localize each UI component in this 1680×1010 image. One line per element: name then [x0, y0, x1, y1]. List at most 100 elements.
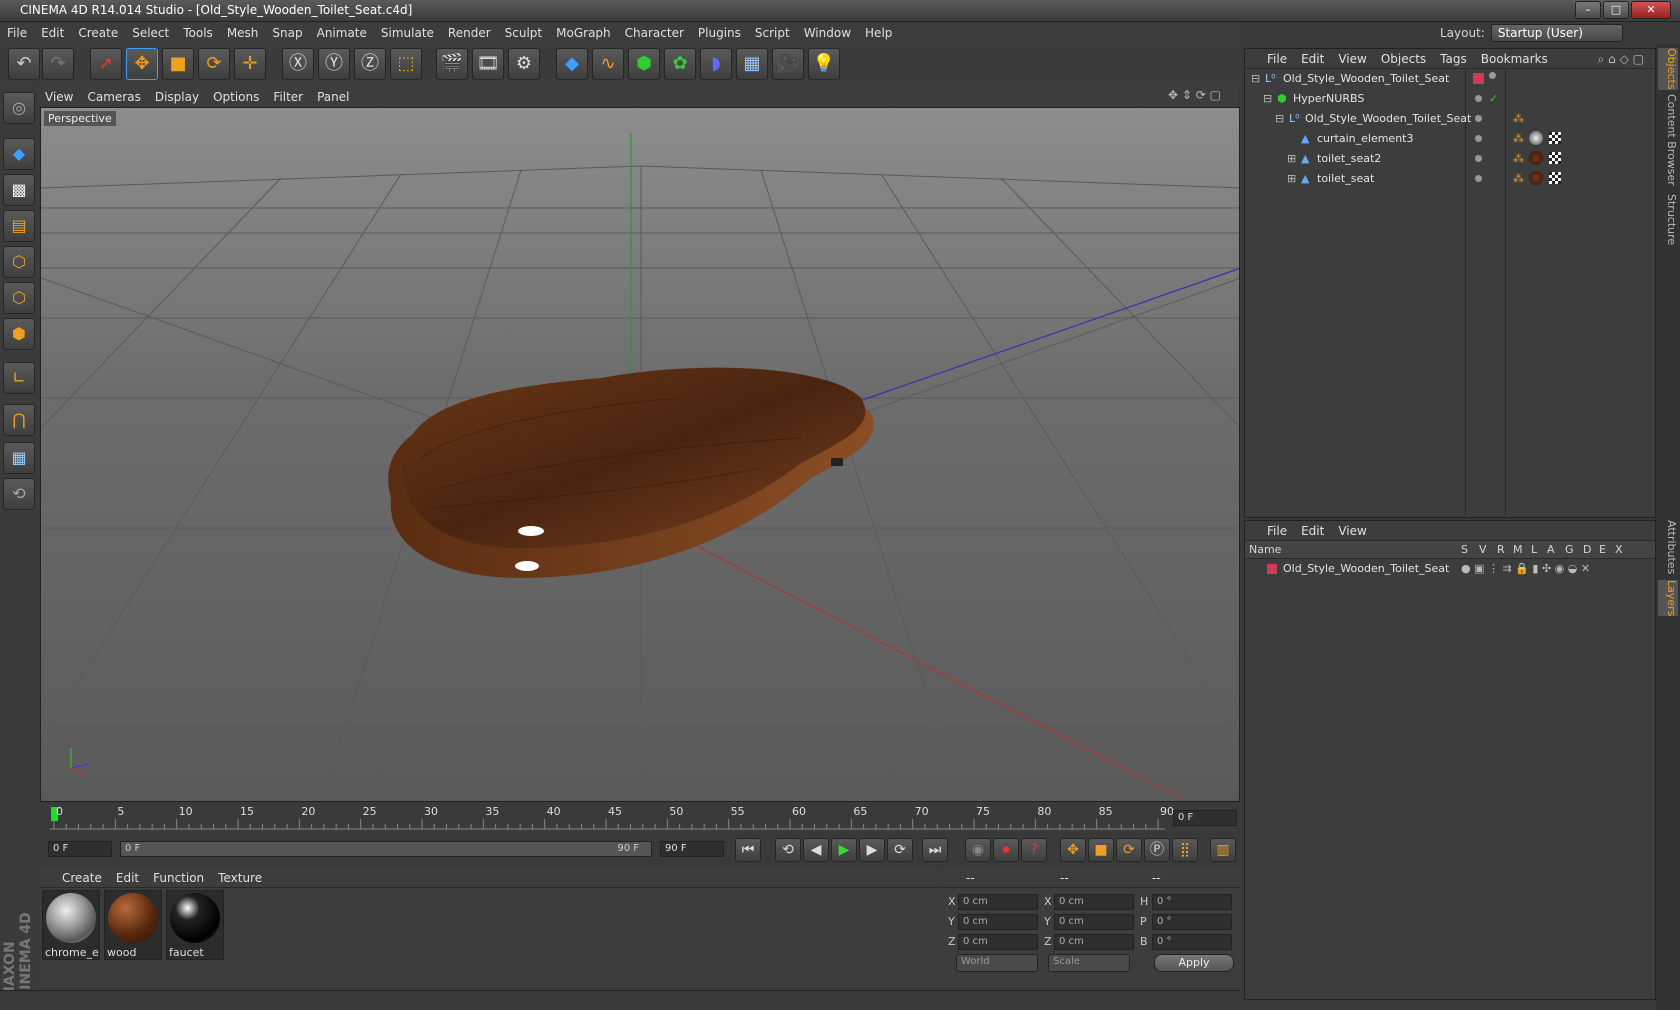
apply-button[interactable]: Apply — [1154, 954, 1234, 972]
uvw-tag-icon[interactable] — [1549, 132, 1561, 144]
key-pla-icon[interactable]: ⣿ — [1172, 838, 1198, 862]
menu-select[interactable]: Select — [125, 22, 176, 44]
menu-mograph[interactable]: MoGraph — [549, 22, 618, 44]
render-picture-viewer-icon[interactable]: 🎞 — [472, 48, 504, 80]
menu-sculpt[interactable]: Sculpt — [498, 22, 549, 44]
render-settings-icon[interactable]: ⚙ — [508, 48, 540, 80]
vp-menu-display[interactable]: Display — [148, 86, 206, 108]
collapse-icon[interactable]: ⊟ — [1263, 92, 1272, 105]
col-animation[interactable]: A — [1547, 543, 1555, 556]
menu-tools[interactable]: Tools — [176, 22, 220, 44]
layer-flags-icon[interactable]: ● ▣ ⋮ ⇉ 🔒 ▮ ✣ ◉ ◒ ✕ — [1461, 562, 1590, 575]
object-row[interactable]: ▲ curtain_element3 ⁂ — [1245, 129, 1655, 149]
obj-menu-bookmarks[interactable]: Bookmarks — [1474, 49, 1555, 69]
material-swatch[interactable]: wood — [104, 890, 162, 960]
size-x-field[interactable]: 0 cm — [1054, 894, 1134, 910]
tag-icon[interactable]: ⁂ — [1513, 172, 1524, 185]
goto-end-icon[interactable]: ⏭ — [922, 838, 948, 862]
mat-menu-texture[interactable]: Texture — [211, 868, 269, 888]
polygons-mode-icon[interactable]: ⬢ — [3, 318, 35, 350]
transform-icon[interactable]: ✛ — [234, 48, 266, 80]
coordinate-system-icon[interactable]: ⬚ — [390, 48, 422, 80]
size-z-field[interactable]: 0 cm — [1054, 934, 1134, 950]
menu-mesh[interactable]: Mesh — [220, 22, 266, 44]
keyframe-selection-icon[interactable]: ? — [1021, 838, 1047, 862]
col-solo[interactable]: S — [1461, 543, 1468, 556]
z-axis-icon[interactable]: Ⓩ — [354, 48, 386, 80]
undo-icon[interactable]: ↶ — [8, 48, 40, 80]
edges-mode-icon[interactable]: ⬡ — [3, 282, 35, 314]
cube-icon[interactable]: ◆ — [556, 48, 588, 80]
make-editable-icon[interactable]: ◎ — [3, 92, 35, 124]
tag-icon[interactable]: ⁂ — [1513, 152, 1524, 165]
position-x-field[interactable]: 0 cm — [958, 894, 1038, 910]
x-axis-icon[interactable]: Ⓧ — [282, 48, 314, 80]
frame-range-slider[interactable]: 0 F 90 F — [120, 841, 652, 857]
key-position-icon[interactable]: ✥ — [1060, 838, 1086, 862]
visibility-dot[interactable] — [1475, 95, 1482, 102]
material-tag-icon[interactable] — [1529, 131, 1543, 145]
collapse-icon[interactable]: ⊟ — [1275, 112, 1284, 125]
prev-frame-icon[interactable]: ◀ — [803, 838, 829, 862]
tab-structure[interactable]: Structure — [1658, 194, 1678, 245]
vp-menu-view[interactable]: View — [38, 86, 80, 108]
camera-icon[interactable]: 🎥 — [772, 48, 804, 80]
prev-key-icon[interactable]: ⟲ — [775, 838, 801, 862]
layer-row[interactable]: Old_Style_Wooden_Toilet_Seat ● ▣ ⋮ ⇉ 🔒 ▮… — [1245, 559, 1655, 579]
menu-script[interactable]: Script — [748, 22, 797, 44]
autokey-icon[interactable]: ⏺ — [993, 838, 1019, 862]
size-y-field[interactable]: 0 cm — [1054, 914, 1134, 930]
obj-menu-view[interactable]: View — [1331, 49, 1373, 69]
snap-icon[interactable]: ⋂ — [3, 404, 35, 436]
col-view[interactable]: V — [1479, 543, 1487, 556]
goto-start-icon[interactable]: ⏮ — [735, 838, 761, 862]
col-locked[interactable]: L — [1531, 543, 1537, 556]
perspective-viewport[interactable]: Perspective — [40, 107, 1240, 802]
vp-menu-filter[interactable]: Filter — [266, 86, 310, 108]
menu-snap[interactable]: Snap — [265, 22, 309, 44]
col-deformers[interactable]: D — [1583, 543, 1591, 556]
object-row[interactable]: ⊟ ⬢ HyperNURBS ✓ — [1245, 89, 1655, 109]
obj-menu-objects[interactable]: Objects — [1374, 49, 1433, 69]
material-tag-icon[interactable] — [1529, 171, 1543, 185]
key-parameter-icon[interactable]: Ⓟ — [1144, 838, 1170, 862]
rotate-icon[interactable]: ⟳ — [198, 48, 230, 80]
tab-attributes[interactable]: Attributes — [1658, 520, 1678, 574]
y-axis-icon[interactable]: Ⓨ — [318, 48, 350, 80]
mat-menu-function[interactable]: Function — [146, 868, 211, 888]
rotation-b-field[interactable]: 0 ° — [1152, 934, 1232, 950]
material-tag-icon[interactable] — [1529, 151, 1543, 165]
mat-menu-edit[interactable]: Edit — [109, 868, 146, 888]
floor-icon[interactable]: ▦ — [736, 48, 768, 80]
visibility-dot[interactable] — [1475, 135, 1482, 142]
next-frame-icon[interactable]: ▶ — [859, 838, 885, 862]
vp-menu-cameras[interactable]: Cameras — [80, 86, 147, 108]
object-row[interactable]: ⊞ ▲ toilet_seat ⁂ — [1245, 169, 1655, 189]
next-key-icon[interactable]: ⟳ — [887, 838, 913, 862]
array-icon[interactable]: ✿ — [664, 48, 696, 80]
uvw-tag-icon[interactable] — [1549, 172, 1561, 184]
maximize-button[interactable]: □ — [1603, 1, 1629, 19]
object-row[interactable]: ⊞ ▲ toilet_seat2 ⁂ — [1245, 149, 1655, 169]
scale-icon[interactable]: ■ — [162, 48, 194, 80]
menu-animate[interactable]: Animate — [310, 22, 374, 44]
col-render[interactable]: R — [1497, 543, 1505, 556]
planar-workplane-icon[interactable]: ⟲ — [3, 478, 35, 510]
menu-plugins[interactable]: Plugins — [691, 22, 748, 44]
texture-mode-icon[interactable]: ▩ — [3, 174, 35, 206]
tag-icon[interactable]: ⁂ — [1513, 132, 1524, 145]
material-swatch[interactable]: faucet — [166, 890, 224, 960]
redo-icon[interactable]: ↷ — [42, 48, 74, 80]
workplane-lock-icon[interactable]: ▦ — [3, 442, 35, 474]
expand-icon[interactable]: ⊞ — [1287, 152, 1296, 165]
expand-icon[interactable]: ⊞ — [1287, 172, 1296, 185]
move-icon[interactable]: ✥ — [126, 48, 158, 80]
menu-render[interactable]: Render — [441, 22, 498, 44]
viewport-nav-icons[interactable]: ✥ ⇕ ⟳ ▢ — [1168, 88, 1221, 102]
record-keys-icon[interactable]: ◉ — [965, 838, 991, 862]
menu-help[interactable]: Help — [858, 22, 899, 44]
position-z-field[interactable]: 0 cm — [958, 934, 1038, 950]
col-manager[interactable]: M — [1513, 543, 1523, 556]
tab-objects[interactable]: Objects — [1658, 48, 1678, 90]
workplane-icon[interactable]: ▤ — [3, 210, 35, 242]
